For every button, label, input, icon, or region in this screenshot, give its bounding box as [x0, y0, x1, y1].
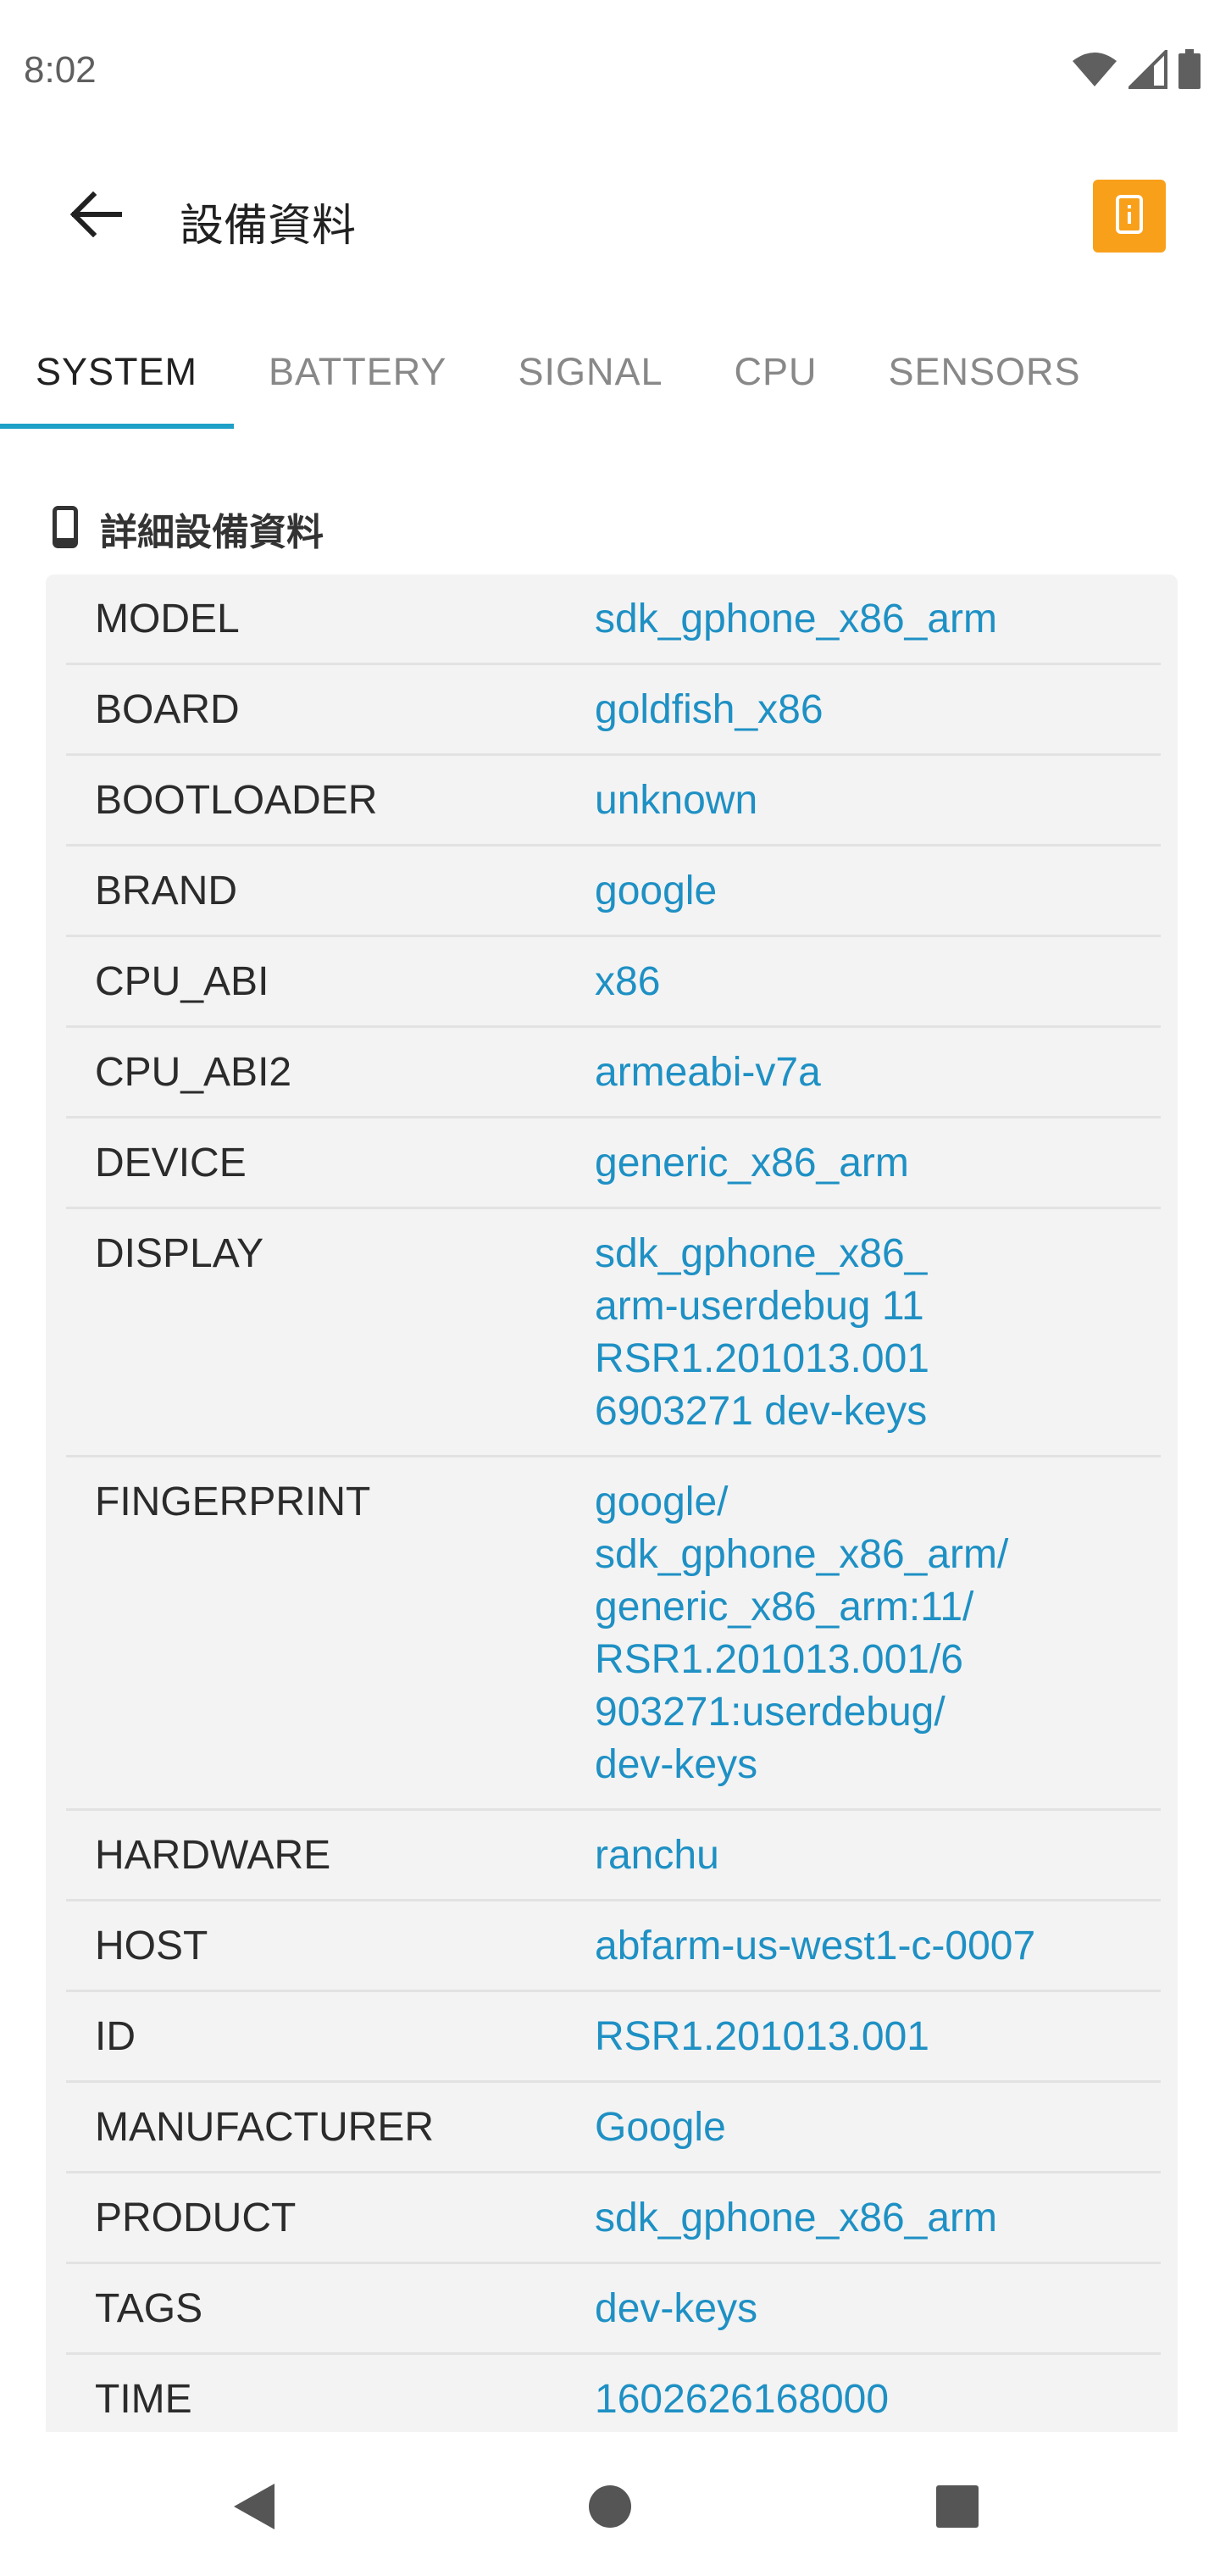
detail-value[interactable]: abfarm-us-west1-c-0007	[595, 1920, 1161, 1973]
tab-bar: SYSTEM BATTERY SIGNAL CPU SENSORS	[0, 314, 1220, 430]
device-details-card: MODEL sdk_gphone_x86_arm BOARD goldfish_x86…	[46, 575, 1178, 2439]
tab-signal[interactable]: SIGNAL	[482, 314, 698, 430]
detail-row: TIME 1602626168000	[66, 2355, 1161, 2439]
detail-key: DEVICE	[95, 1141, 247, 1185]
wifi-icon	[1071, 51, 1118, 92]
home-circle-icon	[588, 2484, 632, 2533]
tab-cpu[interactable]: CPU	[699, 314, 853, 430]
detail-key: HARDWARE	[95, 1833, 331, 1878]
status-icons	[1071, 47, 1201, 94]
detail-value[interactable]: generic_x86_arm	[595, 1137, 1161, 1190]
device-info-button[interactable]	[1093, 180, 1166, 253]
detail-key: CPU_ABI	[95, 959, 269, 1004]
device-info-icon	[1115, 194, 1144, 239]
detail-value[interactable]: ranchu	[595, 1829, 1161, 1882]
app-bar: 設備資料	[0, 144, 1220, 288]
detail-key: TIME	[95, 2377, 192, 2422]
detail-value[interactable]: google	[595, 865, 1161, 918]
detail-value[interactable]: x86	[595, 956, 1161, 1008]
detail-row: HARDWARE ranchu	[66, 1811, 1161, 1901]
detail-key: BRAND	[95, 869, 238, 913]
tab-battery[interactable]: BATTERY	[233, 314, 482, 430]
section-header: 詳細設備資料	[53, 502, 324, 556]
detail-row: DEVICE generic_x86_arm	[66, 1119, 1161, 1209]
detail-value[interactable]: unknown	[595, 774, 1161, 827]
detail-value[interactable]: RSR1.201013.001	[595, 2011, 1161, 2063]
detail-key: ID	[95, 2014, 136, 2059]
detail-key: MODEL	[95, 597, 240, 641]
signal-icon	[1126, 47, 1167, 93]
status-time: 8:02	[24, 49, 97, 91]
detail-row: MANUFACTURER Google	[66, 2083, 1161, 2174]
detail-value[interactable]: dev-keys	[595, 2283, 1161, 2335]
detail-row: HOST abfarm-us-west1-c-0007	[66, 1901, 1161, 1992]
back-triangle-icon	[232, 2482, 276, 2535]
status-bar: 8:02	[0, 0, 1220, 144]
detail-key: FINGERPRINT	[95, 1480, 371, 1524]
nav-recents-button[interactable]	[915, 2466, 1000, 2551]
detail-row: CPU_ABI2 armeabi-v7a	[66, 1028, 1161, 1119]
arrow-left-icon	[69, 191, 123, 242]
detail-row: BOARD goldfish_x86	[66, 665, 1161, 756]
nav-back-button[interactable]	[212, 2466, 297, 2551]
detail-key: TAGS	[95, 2286, 203, 2331]
detail-row: PRODUCT sdk_gphone_x86_arm	[66, 2174, 1161, 2264]
detail-value[interactable]: goldfish_x86	[595, 684, 1161, 736]
detail-key: BOOTLOADER	[95, 778, 378, 823]
recents-square-icon	[935, 2484, 979, 2533]
detail-key: MANUFACTURER	[95, 2105, 435, 2150]
detail-row: CPU_ABI x86	[66, 937, 1161, 1028]
detail-key: PRODUCT	[95, 2196, 297, 2240]
detail-key: HOST	[95, 1924, 208, 1968]
detail-value[interactable]: sdk_gphone_x86_arm	[595, 593, 1161, 646]
detail-row: ID RSR1.201013.001	[66, 1992, 1161, 2083]
detail-value[interactable]: sdk_gphone_x86_ arm-userdebug 11 RSR1.20…	[595, 1228, 1161, 1438]
detail-value[interactable]: google/ sdk_gphone_x86_arm/ generic_x86_…	[595, 1476, 1161, 1791]
tab-indicator	[0, 424, 234, 429]
detail-key: CPU_ABI2	[95, 1050, 292, 1095]
detail-key: BOARD	[95, 687, 240, 732]
detail-value[interactable]: armeabi-v7a	[595, 1046, 1161, 1099]
detail-row: BRAND google	[66, 847, 1161, 937]
detail-key: DISPLAY	[95, 1231, 264, 1276]
back-button[interactable]	[49, 181, 142, 251]
navigation-bar	[0, 2432, 1220, 2576]
detail-row: MODEL sdk_gphone_x86_arm	[66, 575, 1161, 665]
details-list: MODEL sdk_gphone_x86_arm BOARD goldfish_x86…	[66, 575, 1161, 2439]
detail-row: DISPLAY sdk_gphone_x86_ arm-userdebug 11 …	[66, 1209, 1161, 1457]
page-title: 設備資料	[180, 201, 357, 252]
detail-value[interactable]: sdk_gphone_x86_arm	[595, 2192, 1161, 2245]
detail-row: FINGERPRINT google/ sdk_gphone_x86_arm/ g…	[66, 1457, 1161, 1811]
nav-home-button[interactable]	[568, 2466, 652, 2551]
battery-icon	[1178, 48, 1201, 94]
detail-row: BOOTLOADER unknown	[66, 756, 1161, 847]
phone-icon	[53, 505, 78, 552]
tab-sensors[interactable]: SENSORS	[853, 314, 1117, 430]
detail-row: TAGS dev-keys	[66, 2264, 1161, 2355]
detail-value[interactable]: 1602626168000	[595, 2373, 1161, 2426]
section-title: 詳細設備資料	[100, 511, 324, 554]
detail-value[interactable]: Google	[595, 2101, 1161, 2154]
tab-system[interactable]: SYSTEM	[0, 314, 233, 430]
